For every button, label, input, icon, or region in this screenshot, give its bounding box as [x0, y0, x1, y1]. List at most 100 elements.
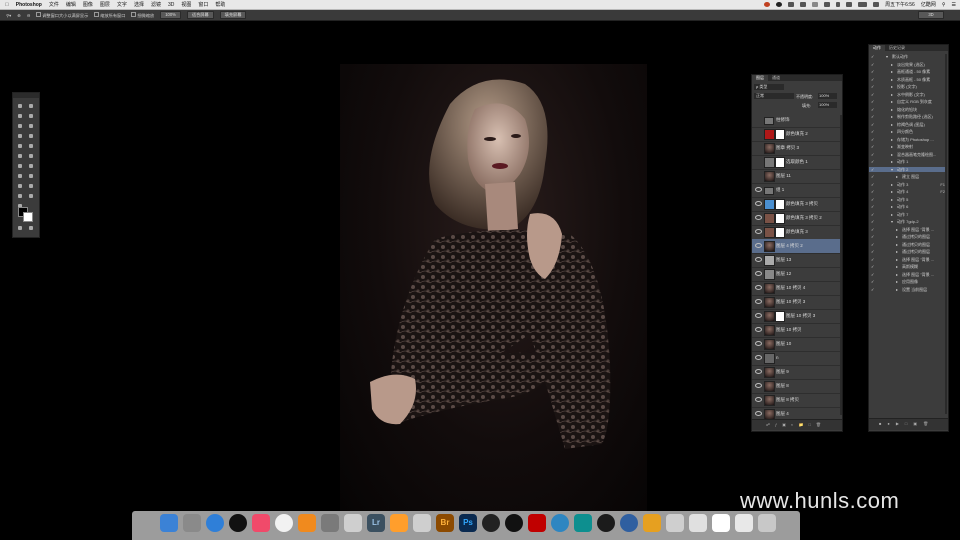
layer-mask-thumbnail[interactable] — [775, 311, 785, 322]
acrobat-icon[interactable] — [528, 514, 546, 532]
tab-actions[interactable]: 动作 — [869, 45, 885, 51]
check-icon[interactable]: ✓ — [871, 227, 874, 232]
screen-mode-icon[interactable] — [27, 225, 35, 231]
disclosure-triangle-icon[interactable]: ▸ — [896, 272, 898, 277]
battery-icon[interactable] — [858, 2, 868, 7]
qq-tray-icon[interactable] — [776, 2, 783, 7]
check-icon[interactable]: ✓ — [871, 257, 874, 262]
action-row[interactable]: ✓ ▸ 投影 (文字) — [869, 84, 946, 89]
blur-tool-icon[interactable] — [16, 163, 24, 169]
tray-icon[interactable] — [824, 2, 831, 7]
check-icon[interactable]: ✓ — [871, 249, 874, 254]
check-icon[interactable]: ✓ — [871, 129, 874, 134]
zoom-tool-icon[interactable] — [27, 193, 35, 199]
check-icon[interactable]: ✓ — [871, 77, 874, 82]
disclosure-triangle-icon[interactable]: ▸ — [896, 287, 898, 292]
qq-icon[interactable] — [505, 514, 523, 532]
menu-layer[interactable]: 图层 — [100, 1, 110, 8]
action-row[interactable]: ✓ ▾ 动作 7gdp-2 — [869, 219, 946, 224]
crop-tool-icon[interactable] — [16, 123, 24, 129]
menu-type[interactable]: 文字 — [117, 1, 127, 8]
tab-channels[interactable]: 通道 — [768, 75, 784, 81]
zoom-all-option[interactable]: 缩放所有窗口 — [94, 11, 125, 19]
quick-mask-icon[interactable] — [16, 225, 24, 231]
menu-view[interactable]: 视图 — [181, 1, 191, 8]
bridge-icon[interactable]: Br — [436, 514, 454, 532]
menu-edit[interactable]: 编辑 — [66, 1, 76, 8]
clock[interactable]: 周五下午6:56 — [885, 1, 915, 8]
spotlight-icon[interactable]: ⚲ — [942, 2, 946, 8]
layer-action-icons[interactable]: ☍ƒ▣◐📁□🗑 — [766, 422, 836, 427]
opacity-input[interactable]: 100% — [818, 93, 837, 99]
chrome-icon[interactable] — [275, 514, 293, 532]
check-icon[interactable]: ✓ — [871, 242, 874, 247]
layer-row[interactable]: n — [752, 351, 840, 366]
action-row[interactable]: ✓ ▸ 选择 图层 "背景 ... — [869, 227, 946, 232]
visibility-eye-icon[interactable] — [755, 411, 762, 416]
disclosure-triangle-icon[interactable]: ▸ — [896, 227, 898, 232]
gradient-tool-icon[interactable] — [27, 153, 35, 159]
layer-row[interactable]: 图层 13 — [752, 253, 840, 268]
disclosure-triangle-icon[interactable]: ▸ — [896, 174, 898, 179]
visibility-eye-icon[interactable] — [755, 383, 762, 388]
betterzip-icon[interactable] — [643, 514, 661, 532]
visibility-eye-icon[interactable] — [755, 355, 762, 360]
layer-row[interactable]: 图层 10 拷贝 4 — [752, 281, 840, 296]
action-row[interactable]: ✓ ▸ 动作 1 — [869, 159, 946, 164]
action-row[interactable]: ✓ ▸ 选择 图层 "背景 ... — [869, 257, 946, 262]
disclosure-triangle-icon[interactable]: ▸ — [891, 84, 893, 89]
qq-icon[interactable] — [229, 514, 247, 532]
layer-row[interactable]: 图层 10 拷贝 3 — [752, 295, 840, 310]
layer-row[interactable]: 图层 4 — [752, 407, 840, 419]
type-tool-icon[interactable] — [27, 173, 35, 179]
action-row[interactable]: ✓ ▸ 渐变映射 — [869, 144, 946, 149]
disclosure-triangle-icon[interactable]: ▸ — [896, 242, 898, 247]
notification-center-icon[interactable]: ☰ — [952, 2, 956, 8]
visibility-eye-icon[interactable] — [755, 327, 762, 332]
action-row[interactable]: ✓ ▸ 四分颜色 — [869, 129, 946, 134]
photoshop-icon[interactable]: Ps — [459, 514, 477, 532]
action-row[interactable]: ✓ ▸ 建立 图层 — [869, 174, 946, 179]
check-icon[interactable]: ✓ — [871, 234, 874, 239]
ibooks-icon[interactable] — [298, 514, 316, 532]
action-row[interactable]: ✓ ▸ 存储为 Photoshop ... — [869, 137, 946, 142]
app-icon[interactable] — [390, 514, 408, 532]
visibility-eye-icon[interactable] — [755, 215, 762, 220]
disclosure-triangle-icon[interactable]: ▸ — [891, 204, 893, 209]
action-row[interactable]: ✓ ▸ 自定义 RGB 到灰度 — [869, 99, 946, 104]
marquee-tool-icon[interactable] — [16, 103, 24, 109]
action-row[interactable]: ✓ ▸ 画框通道 - 50 像素 — [869, 69, 946, 74]
placeholder-icon[interactable] — [666, 514, 684, 532]
disclosure-triangle-icon[interactable]: ▸ — [896, 249, 898, 254]
action-row[interactable]: ✓ ▸ 动作 4 F2 — [869, 189, 946, 194]
clone-stamp-tool-icon[interactable] — [16, 143, 24, 149]
action-row[interactable]: ✓ ▾ 动作 2 — [869, 166, 946, 172]
action-row[interactable]: ✓ ▸ 熔化的铅块 — [869, 107, 946, 112]
layer-mask-thumbnail[interactable] — [775, 199, 785, 210]
layer-row[interactable]: 颜色填充 3 拷贝 — [752, 197, 840, 212]
disclosure-triangle-icon[interactable]: ▾ — [891, 167, 893, 172]
disclosure-triangle-icon[interactable]: ▾ — [886, 54, 888, 59]
davinci-icon[interactable] — [482, 514, 500, 532]
shape-tool-icon[interactable] — [27, 183, 35, 189]
system-preferences-icon[interactable] — [321, 514, 339, 532]
hand-tool-icon[interactable] — [16, 193, 24, 199]
action-row[interactable]: ✓ ▸ 制作剪贴路径 (选区) — [869, 114, 946, 119]
visibility-eye-icon[interactable] — [755, 229, 762, 234]
check-icon[interactable]: ✓ — [871, 152, 874, 157]
menu-filter[interactable]: 滤镜 — [151, 1, 161, 8]
fill-screen-button[interactable]: 填充屏幕 — [219, 11, 247, 19]
check-icon[interactable]: ✓ — [871, 287, 874, 292]
visibility-eye-icon[interactable] — [755, 187, 762, 192]
layer-row[interactable]: 图层 8 拷贝 — [752, 393, 840, 408]
lock-icons[interactable] — [754, 103, 784, 108]
user-name[interactable]: 亿酷网 — [921, 1, 936, 8]
window-icon[interactable] — [735, 514, 753, 532]
disclosure-triangle-icon[interactable]: ▸ — [891, 152, 893, 157]
tab-history[interactable]: 历史记录 — [885, 45, 909, 51]
check-icon[interactable]: ✓ — [871, 189, 874, 194]
layer-row[interactable]: 颜色填充 2 — [752, 127, 840, 142]
check-icon[interactable]: ✓ — [871, 107, 874, 112]
disclosure-triangle-icon[interactable]: ▸ — [891, 197, 893, 202]
layers-scrollbar[interactable] — [840, 115, 842, 415]
